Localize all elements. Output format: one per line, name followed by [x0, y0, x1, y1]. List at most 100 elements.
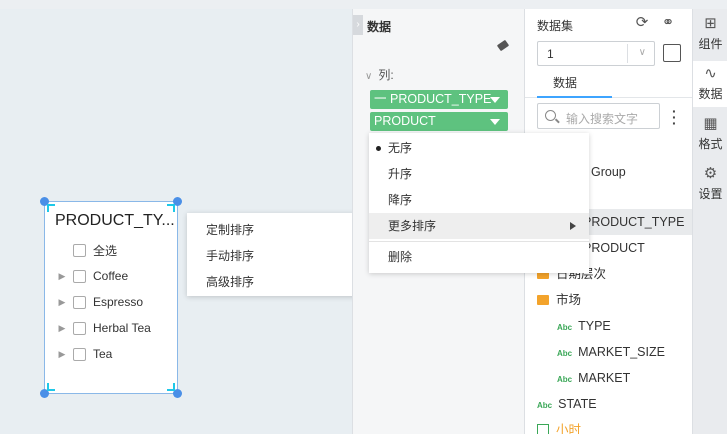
text-type-icon: Abc [537, 401, 553, 410]
corner-mark [47, 383, 55, 391]
iconbar-label: 格式 [698, 137, 723, 151]
field-label: MARKET_SIZE [578, 345, 665, 359]
field-item[interactable]: Group [591, 159, 626, 185]
menu-item-manual-sort[interactable]: 手动排序 [206, 247, 254, 264]
filter-item[interactable]: ▶ Tea [45, 344, 113, 364]
tab-data[interactable]: 数据 [553, 74, 577, 91]
checkbox[interactable] [73, 295, 86, 309]
search-icon [545, 110, 556, 121]
column-pill-product-type[interactable]: 一 PRODUCT_TYPE [370, 90, 508, 109]
dataset-select[interactable]: 1 ∨ [537, 41, 655, 66]
edit-dataset-icon[interactable] [663, 44, 681, 62]
dataset-select-value: 1 [547, 47, 554, 61]
field-item[interactable]: Abc STATE [537, 391, 597, 417]
checkbox[interactable] [73, 321, 86, 335]
menu-item-delete[interactable]: 删除 [369, 244, 589, 270]
menu-item-label: 升序 [388, 167, 413, 181]
filter-item-label: Coffee [93, 269, 129, 283]
iconbar-label: 组件 [698, 37, 723, 51]
field-label: Group [591, 165, 626, 179]
expand-arrow-icon[interactable]: ▶ [57, 271, 67, 282]
tab-settings[interactable]: ⚙ 设置 [693, 161, 727, 207]
filter-item-label: Herbal Tea [93, 321, 151, 335]
field-item[interactable]: PRODUCT [583, 235, 645, 261]
column-pill-product[interactable]: PRODUCT [370, 112, 508, 131]
refresh-icon[interactable]: ⟳ [633, 14, 651, 32]
menu-item-ascending[interactable]: 升序 [369, 161, 589, 187]
search-placeholder: 输入搜索文字 [566, 112, 639, 126]
field-label: 市场 [556, 293, 582, 307]
format-icon: ▦ [703, 115, 718, 132]
select-divider [627, 44, 628, 63]
menu-item-label: 删除 [388, 250, 413, 264]
corner-mark [167, 383, 175, 391]
field-search-input[interactable]: 输入搜索文字 [537, 103, 660, 129]
chevron-down-icon: ∨ [638, 47, 646, 58]
field-label: STATE [558, 397, 597, 411]
corner-mark [47, 204, 55, 212]
filter-item-label: Espresso [93, 295, 144, 309]
calendar-icon [537, 424, 549, 434]
field-item[interactable]: 小时 [537, 417, 581, 434]
columns-section-label[interactable]: ∨ 列: [365, 66, 394, 83]
menu-item-label: 无序 [388, 141, 413, 155]
component-icon: ⊞ [704, 15, 717, 32]
corner-mark [167, 204, 175, 212]
field-item[interactable]: Abc MARKET [557, 365, 630, 391]
checkbox[interactable] [73, 347, 86, 361]
menu-item-descending[interactable]: 降序 [369, 187, 589, 213]
menu-item-custom-sort[interactable]: 定制排序 [206, 221, 254, 238]
iconbar-label: 设置 [698, 187, 723, 201]
tab-data[interactable]: ∿ 数据 [693, 61, 727, 107]
field-label: TYPE [578, 319, 611, 333]
link-dataset-icon[interactable]: ⚭ [659, 14, 677, 32]
columns-label: 列: [378, 68, 394, 82]
filter-widget[interactable]: PRODUCT_TY... 全选 ▶ Coffee ▶ Espresso ▶ Herb… [40, 197, 182, 398]
expand-arrow-icon[interactable]: ▶ [57, 297, 67, 308]
text-type-icon: Abc [557, 349, 573, 358]
checkbox[interactable] [73, 243, 86, 257]
submenu-arrow-icon [570, 222, 576, 230]
sort-dropdown-menu: 无序 升序 降序 更多排序 删除 [369, 133, 589, 273]
menu-item-no-order[interactable]: 无序 [369, 135, 589, 161]
dataset-title: 数据集 [537, 19, 574, 33]
data-icon: ∿ [704, 65, 717, 82]
pill-label: PRODUCT [374, 114, 436, 128]
eraser-icon[interactable] [496, 39, 510, 52]
widget-title: PRODUCT_TY... [55, 212, 175, 229]
dropdown-arrow-icon[interactable] [490, 97, 500, 103]
field-label: MARKET [578, 371, 631, 385]
menu-item-more-sort[interactable]: 更多排序 [369, 213, 589, 239]
tab-underline [537, 96, 612, 98]
field-item[interactable]: Abc MARKET_SIZE [557, 339, 665, 365]
selected-dot-icon [376, 146, 381, 151]
pill-label: PRODUCT_TYPE [389, 92, 492, 106]
filter-item[interactable]: ▶ Herbal Tea [45, 318, 151, 338]
pill-prefix: 一 [374, 92, 390, 106]
field-folder[interactable]: 市场 [537, 287, 581, 313]
menu-item-advanced-sort[interactable]: 高级排序 [206, 273, 254, 290]
collapse-panel-button[interactable]: › [353, 15, 363, 35]
filter-item-label: 全选 [93, 243, 118, 258]
menu-item-label: 更多排序 [388, 219, 437, 233]
top-strip [0, 0, 727, 9]
more-options-icon[interactable]: · · · [672, 104, 677, 130]
text-type-icon: Abc [557, 323, 573, 332]
field-label: PRODUCT [583, 241, 645, 255]
expand-arrow-icon[interactable]: ▶ [57, 349, 67, 360]
folder-icon [537, 295, 549, 305]
tab-component[interactable]: ⊞ 组件 [693, 11, 727, 57]
filter-item[interactable]: ▶ Coffee [45, 266, 129, 286]
field-label: 小时 [556, 423, 582, 434]
text-type-icon: Abc [557, 375, 573, 384]
filter-item-all[interactable]: 全选 [45, 240, 117, 260]
field-item[interactable]: Abc TYPE [557, 313, 611, 339]
filter-item-label: Tea [93, 347, 113, 361]
tab-format[interactable]: ▦ 格式 [693, 111, 727, 157]
filter-item[interactable]: ▶ Espresso [45, 292, 144, 312]
chevron-down-icon: ∨ [365, 71, 373, 82]
checkbox[interactable] [73, 269, 86, 283]
dropdown-arrow-icon[interactable] [490, 119, 500, 125]
panel-title: 数据 [367, 20, 392, 34]
expand-arrow-icon[interactable]: ▶ [57, 323, 67, 334]
